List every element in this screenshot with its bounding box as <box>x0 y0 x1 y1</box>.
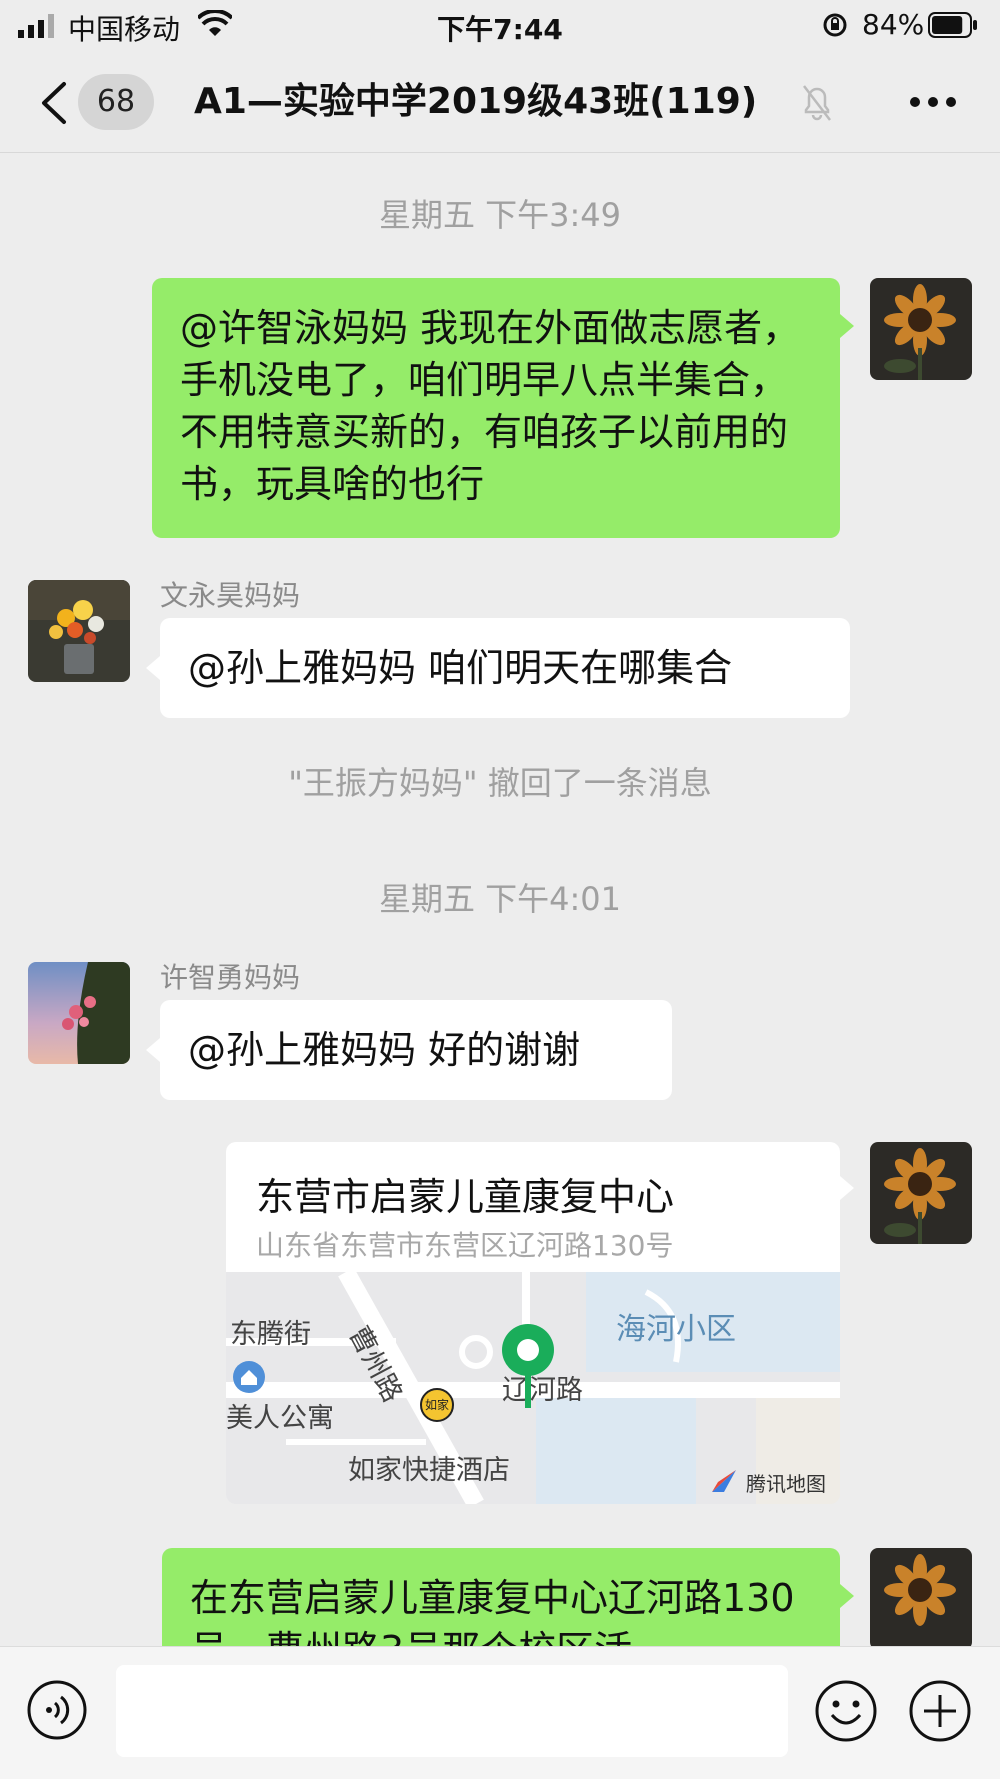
map-credit: 腾讯地图 <box>746 1472 826 1496</box>
avatar-sender[interactable] <box>28 962 130 1064</box>
sender-name: 文永昊妈妈 <box>160 579 301 612</box>
bubble-tail <box>840 314 854 338</box>
message-bubble-incoming[interactable]: @孙上雅妈妈 咱们明天在哪集合 <box>160 618 850 718</box>
sender-name: 许智勇妈妈 <box>160 961 301 994</box>
location-title: 东营市启蒙儿童康复中心 <box>256 1175 675 1219</box>
unread-count-badge[interactable]: 68 <box>78 74 154 130</box>
voice-input-icon[interactable] <box>26 1679 88 1741</box>
location-address: 山东省东营市东营区辽河路130号 <box>256 1229 674 1262</box>
battery-percent: 84% <box>862 8 925 41</box>
message-bubble-incoming[interactable]: @孙上雅妈妈 好的谢谢 <box>160 1000 672 1100</box>
tencent-map-logo-icon <box>712 1470 736 1492</box>
map-label-hotel: 如家快捷酒店 <box>348 1455 510 1486</box>
bubble-tail <box>840 1584 854 1608</box>
message-text: @孙上雅妈妈 好的谢谢 <box>188 1028 581 1072</box>
status-time: 下午7:44 <box>437 13 563 46</box>
avatar-self[interactable] <box>870 1142 972 1244</box>
rotation-lock-icon <box>823 13 847 37</box>
back-chevron-icon[interactable] <box>38 80 68 126</box>
hotel-logo-icon: 如家 <box>420 1388 454 1422</box>
chat-timestamp: 星期五 下午4:01 <box>378 880 622 918</box>
avatar-self[interactable] <box>870 1548 972 1650</box>
bubble-tail <box>146 656 160 680</box>
bubble-tail <box>840 1176 854 1200</box>
chat-timestamp: 星期五 下午3:49 <box>378 196 622 234</box>
chat-header: 68 A1—实验中学2019级43班(119) <box>0 52 1000 153</box>
chat-title: A1—实验中学2019级43班(119) <box>194 81 758 122</box>
sunflower-avatar-icon <box>870 278 972 380</box>
sunflower-avatar-icon <box>870 1548 972 1650</box>
mute-bell-icon <box>803 85 831 121</box>
bubble-tail <box>146 1038 160 1062</box>
home-poi-icon <box>233 1361 265 1393</box>
status-bar: 中国移动 下午7:44 84% <box>0 0 1000 52</box>
avatar-self[interactable] <box>870 278 972 380</box>
roses-avatar-icon <box>28 962 130 1064</box>
message-text: @孙上雅妈妈 咱们明天在哪集合 <box>188 646 733 690</box>
map-label-community: 海河小区 <box>616 1312 736 1347</box>
sunflower-avatar-icon <box>870 1142 972 1244</box>
input-bar <box>0 1646 1000 1779</box>
flowers-avatar-icon <box>28 580 130 682</box>
message-text: @许智泳妈妈 我现在外面做志愿者，手机没电了，咱们明早八点半集合，不用特意买新的… <box>180 306 801 506</box>
battery-icon <box>928 12 977 38</box>
recall-notice: "王振方妈妈" 撤回了一条消息 <box>288 764 712 802</box>
location-card[interactable]: 东营市启蒙儿童康复中心 山东省东营市东营区辽河路130号 东腾街 曹州路 海河小… <box>226 1142 840 1504</box>
location-map[interactable]: 东腾街 曹州路 海河小区 辽河路 美人公寓 如家快捷酒店 如家 腾讯地图 <box>226 1272 840 1504</box>
more-options-icon[interactable] <box>908 92 958 112</box>
emoji-icon[interactable] <box>814 1679 878 1743</box>
avatar-sender[interactable] <box>28 580 130 682</box>
map-label-apartment: 美人公寓 <box>226 1403 334 1434</box>
message-bubble-outgoing[interactable]: @许智泳妈妈 我现在外面做志愿者，手机没电了，咱们明早八点半集合，不用特意买新的… <box>152 278 840 538</box>
add-attachment-icon[interactable] <box>908 1679 972 1743</box>
location-pin-icon <box>502 1324 554 1408</box>
message-input[interactable] <box>116 1665 788 1757</box>
map-label-street: 东腾街 <box>230 1319 311 1350</box>
